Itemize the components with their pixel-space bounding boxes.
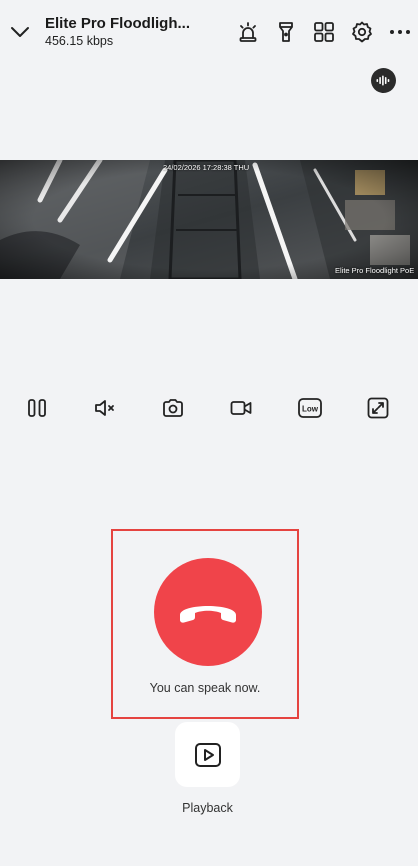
playback-button[interactable] bbox=[175, 722, 240, 787]
bitrate-readout: 456.15 kbps bbox=[45, 34, 114, 48]
settings-icon[interactable] bbox=[348, 18, 376, 46]
audio-waveform-icon[interactable] bbox=[371, 68, 396, 93]
playback-controls: Low bbox=[0, 393, 418, 423]
live-video-feed[interactable]: 24/02/2026 17:28:38 THU Elite Pro Floodl… bbox=[0, 160, 418, 279]
playback-label: Playback bbox=[182, 801, 233, 815]
chevron-down-icon[interactable] bbox=[8, 20, 32, 44]
snapshot-icon[interactable] bbox=[158, 393, 188, 423]
device-title: Elite Pro Floodligh... bbox=[45, 15, 190, 32]
video-frame bbox=[0, 160, 418, 279]
siren-icon[interactable] bbox=[234, 18, 262, 46]
mute-icon[interactable] bbox=[90, 393, 120, 423]
top-bar: Elite Pro Floodligh... 456.15 kbps bbox=[0, 0, 418, 62]
phone-hangup-icon bbox=[180, 606, 236, 623]
intercom-call-panel: You can speak now. bbox=[111, 529, 299, 719]
quality-label: Low bbox=[302, 405, 319, 414]
record-icon[interactable] bbox=[226, 393, 256, 423]
pause-icon[interactable] bbox=[22, 393, 52, 423]
hang-up-button[interactable] bbox=[154, 558, 262, 666]
quality-low-icon[interactable]: Low bbox=[295, 393, 325, 423]
more-icon[interactable] bbox=[386, 18, 414, 46]
playback-icon bbox=[194, 742, 221, 767]
video-timestamp: 24/02/2026 17:28:38 THU bbox=[163, 163, 250, 172]
fullscreen-icon[interactable] bbox=[363, 393, 393, 423]
video-camera-label: Elite Pro Floodlight PoE bbox=[335, 266, 415, 275]
flashlight-icon[interactable] bbox=[272, 18, 300, 46]
grid-view-icon[interactable] bbox=[310, 18, 338, 46]
call-status-text: You can speak now. bbox=[149, 681, 261, 695]
